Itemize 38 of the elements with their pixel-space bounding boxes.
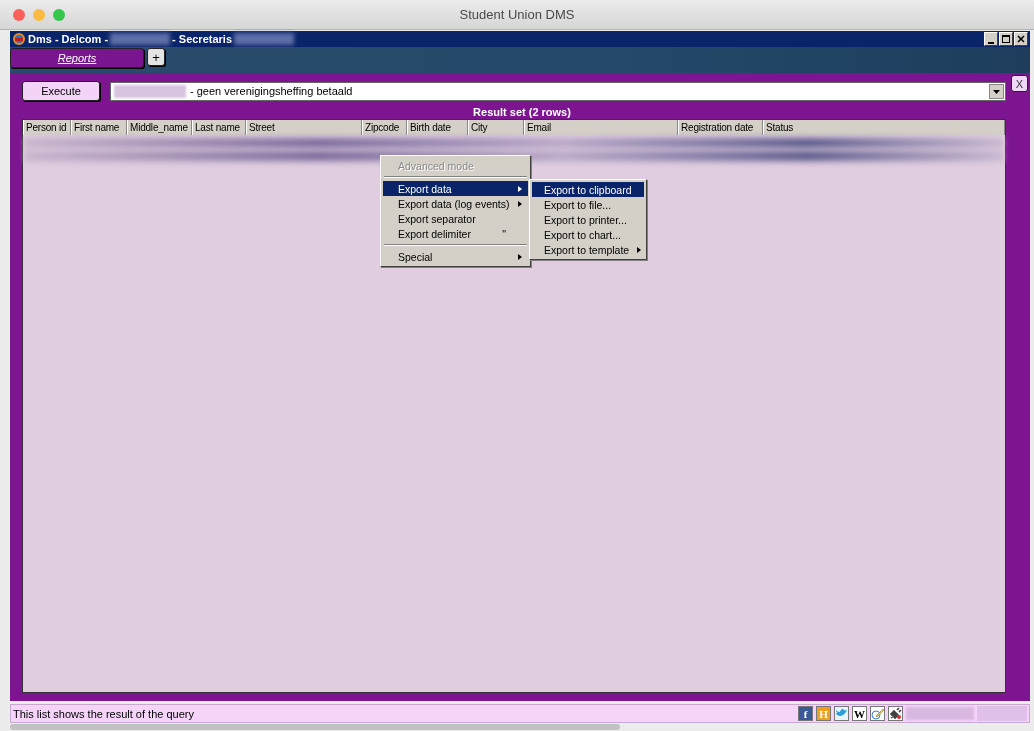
column-header[interactable]: Last name <box>192 120 246 135</box>
maximize-icon[interactable] <box>999 32 1013 46</box>
result-title: Result set (2 rows) <box>473 106 571 118</box>
column-header[interactable]: Email <box>524 120 678 135</box>
menu-item[interactable]: Export to file... <box>532 197 644 212</box>
column-header[interactable]: Zipcode <box>362 120 407 135</box>
column-header[interactable]: Registration date <box>678 120 763 135</box>
scrollbar-thumb[interactable] <box>10 724 620 730</box>
window-title: Student Union DMS <box>459 7 575 22</box>
menu-item[interactable]: Export data (log events) <box>383 196 528 211</box>
minimize-icon[interactable] <box>984 32 998 46</box>
blurred-text <box>234 33 294 45</box>
app-logo-icon <box>12 32 26 46</box>
menu-item[interactable]: Export to clipboard <box>532 182 644 197</box>
menu-item[interactable]: Export to template <box>532 242 644 257</box>
blurred-text <box>110 33 171 45</box>
tab[interactable]: Reports <box>10 48 144 68</box>
column-header[interactable]: Status <box>763 120 1005 135</box>
close-panel-button[interactable]: X <box>1011 75 1028 92</box>
column-header[interactable]: Person id <box>23 120 71 135</box>
menu-item[interactable]: Export to chart... <box>532 227 644 242</box>
menu-item[interactable]: Export separator <box>383 211 528 226</box>
menu-item[interactable]: Export delimiter " <box>383 226 528 241</box>
app-title: - Secretaris <box>172 33 232 45</box>
query-dropdown[interactable]: - geen verenigingsheffing betaald <box>110 81 1006 101</box>
menu-item[interactable]: Special <box>383 249 528 264</box>
column-header[interactable]: Street <box>246 120 362 135</box>
menu-item[interactable]: Export to printer... <box>532 212 644 227</box>
column-header[interactable]: First name <box>71 120 127 135</box>
app-title: Dms - Delcom - <box>28 33 109 45</box>
execute-button[interactable]: Execute <box>22 81 100 101</box>
column-header[interactable]: City <box>468 120 524 135</box>
column-header[interactable]: Middle_name <box>127 120 192 135</box>
close-icon[interactable] <box>1014 32 1028 46</box>
menu-item[interactable]: Export data <box>383 181 528 196</box>
column-header[interactable]: Birth date <box>407 120 468 135</box>
add-tab-button[interactable]: + <box>147 48 165 66</box>
shortcut-hint: " <box>502 227 506 240</box>
